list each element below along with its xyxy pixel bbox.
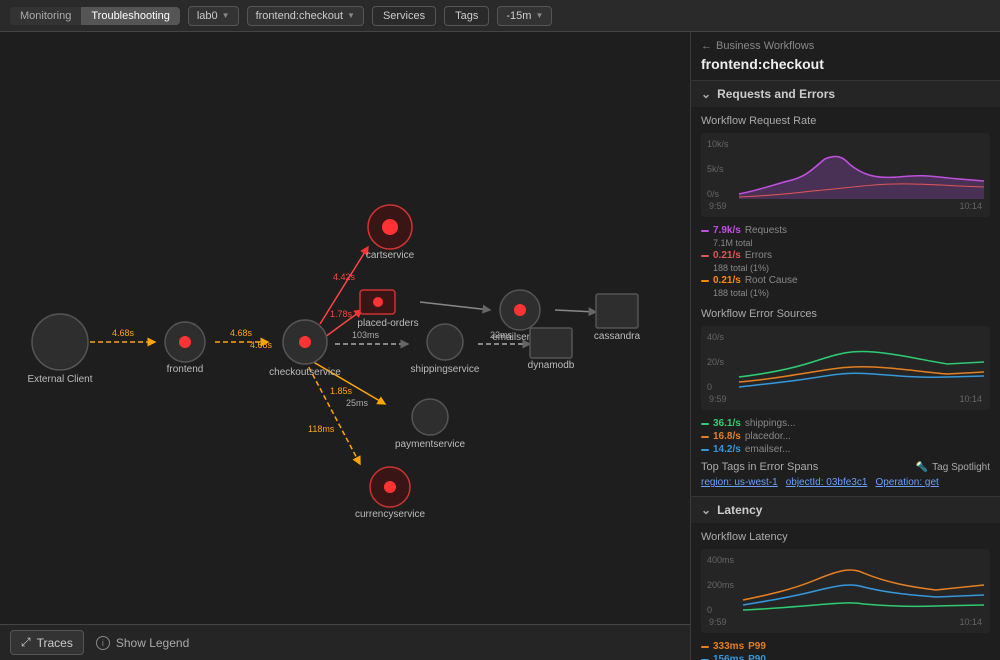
edge-label-2: 4.68s <box>250 340 273 350</box>
service-map-svg: 4.68s 4.68s 4.68s 4.42s 1.78s 103ms <box>0 32 680 622</box>
latency-section: ⌄ Latency Workflow Latency 400ms 200ms 0 <box>691 497 1000 660</box>
edge-label-2: 25ms <box>346 398 369 408</box>
workflow-latency-chart: 400ms 200ms 0 9:59 10:14 <box>701 549 990 633</box>
error-tag-links: region: us-west-1 objectId: 03bfe3c1 Ope… <box>701 477 990 488</box>
graph-panel: 4.68s 4.68s 4.68s 4.42s 1.78s 103ms <box>0 32 690 660</box>
chevron-down-icon: ▼ <box>222 11 230 20</box>
error-sources-legend: 36.1/s shippings... 16.8/s placedor... 1… <box>701 418 990 455</box>
edge-label: 1.78s <box>330 309 353 319</box>
lab-dropdown[interactable]: lab0 ▼ <box>188 6 239 26</box>
node-external[interactable] <box>32 314 88 370</box>
node-error-dot-currency <box>384 481 396 493</box>
traces-button[interactable]: ⤢ Traces <box>10 630 84 655</box>
section-header-requests[interactable]: ⌄ Requests and Errors <box>691 81 1000 107</box>
services-btn[interactable]: Services <box>372 6 436 26</box>
node-payment[interactable] <box>412 399 448 435</box>
workflow-latency-title: Workflow Latency <box>701 531 990 543</box>
spotlight-icon: 🔦 <box>916 462 928 473</box>
chevron-down-icon: ⌄ <box>701 87 711 101</box>
node-label-checkout: checkoutservice <box>269 367 341 378</box>
time-dropdown[interactable]: -15m ▼ <box>497 6 552 26</box>
monitoring-btn[interactable]: Monitoring <box>10 7 81 25</box>
edge-label: 4.68s <box>230 328 253 338</box>
show-legend-button[interactable]: i Show Legend <box>96 636 189 650</box>
node-label-shipping: shippingservice <box>411 364 480 375</box>
tag-region[interactable]: region: us-west-1 <box>701 477 778 488</box>
tags-btn[interactable]: Tags <box>444 6 489 26</box>
node-error-dot-placed <box>373 297 383 307</box>
node-error-dot-frontend <box>179 336 191 348</box>
chevron-down-icon: ⌄ <box>701 503 711 517</box>
error-sources-x-labels: 9:59 10:14 <box>707 394 984 404</box>
tag-spotlight-btn-errors[interactable]: 🔦 Tag Spotlight <box>916 462 990 473</box>
edge-email-cassandra <box>555 310 596 312</box>
tag-operation[interactable]: Operation: get <box>875 477 938 488</box>
edge-label: 103ms <box>352 330 380 340</box>
node-label-dynamo: dynamodb <box>528 360 575 371</box>
workflow-latency-svg <box>743 555 984 615</box>
node-label-cart: cartservice <box>366 250 415 261</box>
bottom-bar: ⤢ Traces i Show Legend <box>0 624 690 660</box>
node-label-payment: paymentservice <box>395 439 465 450</box>
node-label-cassandra: cassandra <box>594 331 641 342</box>
request-rate-chart: 10k/s 5k/s 0/s 9:59 <box>701 133 990 217</box>
service-dropdown[interactable]: frontend:checkout ▼ <box>247 6 364 26</box>
node-label-external: External Client <box>27 374 92 385</box>
graph-canvas: 4.68s 4.68s 4.68s 4.42s 1.78s 103ms <box>0 32 690 660</box>
troubleshooting-btn[interactable]: Troubleshooting <box>81 7 179 25</box>
panel-title: frontend:checkout <box>701 56 990 72</box>
edge-label: 118ms <box>308 424 335 434</box>
request-rate-x-labels: 9:59 10:14 <box>707 201 984 211</box>
node-label-placed: placed-orders <box>357 318 418 329</box>
latency-content: Workflow Latency 400ms 200ms 0 <box>691 523 1000 660</box>
chevron-down-icon: ▼ <box>347 11 355 20</box>
edge-label: 4.68s <box>112 328 135 338</box>
back-arrow-icon: ← <box>701 40 712 52</box>
node-cassandra[interactable] <box>596 294 638 328</box>
main-layout: 4.68s 4.68s 4.68s 4.42s 1.78s 103ms <box>0 32 1000 660</box>
tag-object-id[interactable]: objectId: 03bfe3c1 <box>786 477 868 488</box>
edge-label: 1.85s <box>330 386 353 396</box>
edge-placed-email <box>420 302 490 310</box>
error-sources-title: Workflow Error Sources <box>701 308 990 320</box>
node-error-dot-cart <box>382 219 398 235</box>
section-header-latency[interactable]: ⌄ Latency <box>691 497 1000 523</box>
node-label-frontend: frontend <box>167 364 204 375</box>
right-panel: ← Business Workflows frontend:checkout ⌄… <box>690 32 1000 660</box>
error-sources-svg <box>739 332 984 392</box>
node-error-dot-email <box>514 304 526 316</box>
node-dynamo[interactable] <box>530 328 572 358</box>
panel-header: ← Business Workflows frontend:checkout <box>691 32 1000 81</box>
edge-label: 4.42s <box>333 272 356 282</box>
request-rate-svg <box>739 139 984 199</box>
requests-errors-content: Workflow Request Rate 10k/s 5k/s 0/s <box>691 107 1000 496</box>
error-sources-chart: 40/s 20/s 0 9:59 10:14 <box>701 326 990 410</box>
request-rate-title: Workflow Request Rate <box>701 115 990 127</box>
error-tags-section: Top Tags in Error Spans 🔦 Tag Spotlight … <box>701 461 990 488</box>
request-rate-legend: 7.9k/s Requests 7.1M total 0.21/s Errors… <box>701 225 990 298</box>
back-link[interactable]: ← Business Workflows <box>701 40 990 52</box>
chevron-down-icon: ▼ <box>535 11 543 20</box>
node-shipping[interactable] <box>427 324 463 360</box>
info-icon: i <box>96 636 110 650</box>
workflow-latency-x-labels: 9:59 10:14 <box>707 617 984 627</box>
node-error-dot-checkout <box>299 336 311 348</box>
workflow-latency-legend: 333ms P99 156ms P90 33ms P50 <box>701 641 990 660</box>
top-bar: Monitoring Troubleshooting lab0 ▼ fronte… <box>0 0 1000 32</box>
expand-icon: ⤢ <box>21 635 31 650</box>
node-label-currency: currencyservice <box>355 509 425 520</box>
mode-toggle: Monitoring Troubleshooting <box>10 7 180 25</box>
requests-errors-section: ⌄ Requests and Errors Workflow Request R… <box>691 81 1000 497</box>
